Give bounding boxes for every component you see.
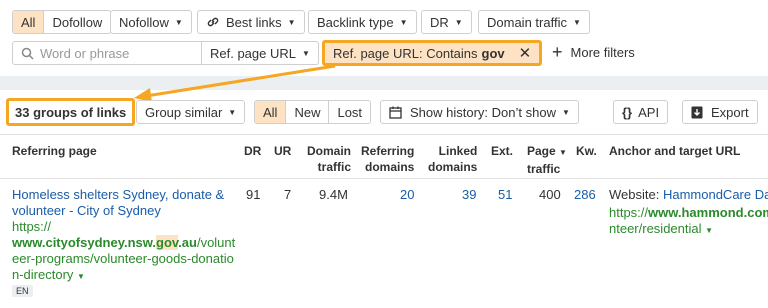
cell-dr: 91: [246, 187, 261, 202]
cell-referring-domains[interactable]: 20: [400, 187, 414, 203]
cell-domain-traffic: 9.4M: [319, 187, 348, 202]
col-ext[interactable]: Ext.: [491, 143, 513, 159]
col-dr[interactable]: DR: [244, 143, 261, 159]
group-similar-dropdown[interactable]: Group similar ▼: [136, 100, 246, 124]
anchor-line: Website: HammondCare Dar: [609, 187, 768, 203]
export-label: Export: [711, 104, 749, 120]
target-url[interactable]: https://www.hammond.com: [609, 205, 768, 221]
col-page-traffic-line1-text: Page: [527, 144, 556, 158]
referring-page-url[interactable]: https:// www.cityofsydney.nsw.gov.au/vol…: [12, 219, 237, 285]
col-domain-traffic-line2: traffic: [317, 160, 352, 174]
col-linked-domains[interactable]: Linked domains: [428, 143, 477, 175]
col-page-traffic-line1: Page ▼: [527, 143, 567, 161]
col-linked-domains-line2: domains: [428, 160, 478, 174]
col-ur[interactable]: UR: [274, 143, 291, 159]
code-braces-icon: {}: [622, 104, 633, 120]
url-domain-a: www.cityofsydney.nsw.: [12, 235, 156, 250]
cell-anchor: Website: HammondCare Dar https://www.ham…: [609, 187, 768, 239]
url-path-2: eer-programs/volunteer-goods-donatio: [12, 251, 234, 266]
sort-desc-icon: ▼: [559, 148, 567, 157]
referring-page-title[interactable]: Homeless shelters Sydney, donate & volun…: [12, 187, 232, 219]
anchor-text[interactable]: HammondCare Dar: [663, 187, 768, 202]
api-button[interactable]: {} API: [613, 100, 669, 124]
download-icon: [691, 106, 703, 118]
table-top-border: [0, 134, 768, 135]
history-tabs: All New Lost: [254, 100, 372, 124]
target-url-domain: www.hammond.com: [648, 205, 768, 220]
groups-count: 33 groups of links: [6, 98, 136, 126]
col-referring-domains-line2: domains: [365, 160, 415, 174]
col-linked-domains-line1: Linked: [438, 144, 478, 158]
referring-page-url-line4: n-directory ▼: [12, 267, 237, 285]
col-referring-domains[interactable]: Referring domains: [361, 143, 414, 175]
groups-count-label: 33 groups of links: [15, 104, 127, 120]
col-page-traffic[interactable]: Page ▼ traffic: [527, 143, 567, 177]
col-anchor[interactable]: Anchor and target URL: [609, 143, 740, 159]
chevron-down-icon[interactable]: ▼: [77, 272, 85, 281]
target-url-path-line: nteer/residential ▼: [609, 221, 768, 239]
chevron-down-icon: ▼: [228, 107, 237, 117]
col-domain-traffic[interactable]: Domain traffic: [307, 143, 351, 175]
tab-lost[interactable]: Lost: [329, 101, 371, 123]
col-referring-domains-line1: Referring: [361, 144, 415, 158]
chevron-down-icon[interactable]: ▼: [705, 226, 713, 235]
calendar-icon: [389, 106, 402, 119]
language-badge: EN: [12, 285, 33, 297]
referring-page-title-line1: Homeless shelters Sydney, donate &: [12, 187, 225, 202]
export-button[interactable]: Export: [682, 100, 758, 124]
col-page-traffic-line2: traffic: [527, 162, 561, 176]
tab-all[interactable]: All: [255, 101, 287, 123]
col-referring-page[interactable]: Referring page: [12, 143, 97, 159]
cell-keywords[interactable]: 286: [574, 187, 596, 203]
tab-new[interactable]: New: [286, 101, 330, 123]
col-kw[interactable]: Kw.: [576, 143, 597, 159]
show-history-label: Show history: Don’t show: [410, 104, 556, 120]
target-url-prefix: https://: [609, 205, 649, 220]
url-domain-b: .au: [178, 235, 197, 250]
url-domain-highlight: gov: [156, 235, 179, 250]
cell-ur: 7: [284, 187, 292, 202]
show-history-dropdown[interactable]: Show history: Don’t show ▼: [380, 100, 579, 124]
cell-ext[interactable]: 51: [498, 187, 512, 203]
referring-page-title-line2: volunteer - City of Sydney: [12, 203, 161, 218]
url-path-3: n-directory: [12, 267, 74, 282]
col-domain-traffic-line1: Domain: [307, 144, 352, 158]
referring-page-url-prefix: https://: [12, 219, 52, 234]
chevron-down-icon: ▼: [561, 107, 570, 117]
anchor-label: Website:: [609, 187, 660, 202]
url-path-1: /volunt: [196, 235, 236, 250]
cell-linked-domains[interactable]: 39: [462, 187, 476, 203]
target-url-path: nteer/residential: [609, 221, 702, 236]
cell-page-traffic: 400: [539, 187, 561, 202]
table-header-border: [0, 178, 768, 179]
group-similar-label: Group similar: [145, 104, 223, 120]
api-label: API: [638, 104, 660, 120]
referring-page-url-line2: www.cityofsydney.nsw.gov.au/volunt: [12, 235, 237, 251]
